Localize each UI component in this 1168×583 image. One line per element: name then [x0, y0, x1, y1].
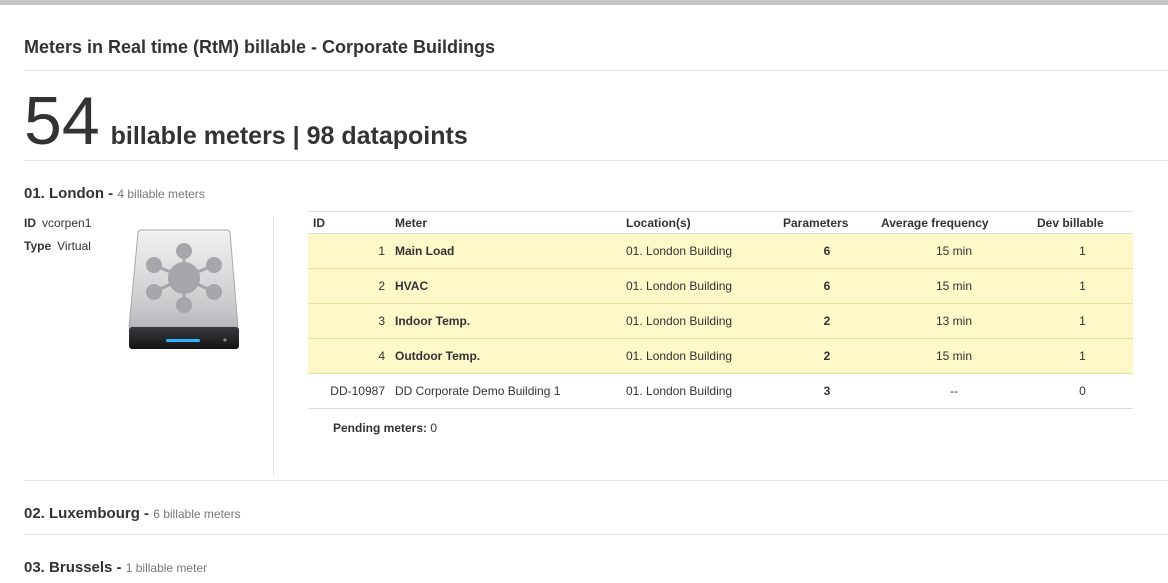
cell-id: 1 — [308, 233, 390, 269]
section-london-header[interactable]: 01. London - 4 billable meters — [24, 185, 205, 202]
cell-location: 01. London Building — [621, 233, 778, 269]
cell-location: 01. London Building — [621, 303, 778, 339]
col-id[interactable]: ID — [308, 211, 390, 234]
cell-id: DD-10987 — [308, 373, 390, 409]
cell-meter[interactable]: Outdoor Temp. — [390, 338, 621, 374]
cell-dev-billable: 1 — [1032, 268, 1133, 304]
page-title: Meters in Real time (RtM) billable - Cor… — [24, 37, 496, 57]
network-drive-icon — [128, 229, 239, 352]
section-count: 6 billable meters — [153, 507, 241, 521]
device-type-label: Type — [24, 239, 52, 253]
section-luxembourg-header[interactable]: 02. Luxembourg - 6 billable meters — [24, 505, 241, 522]
section-name: 02. Luxembourg - — [24, 505, 150, 522]
vertical-divider — [273, 216, 274, 476]
cell-frequency: 15 min — [876, 233, 1032, 269]
pending-label: Pending meters: — [333, 421, 428, 435]
pending-meters: Pending meters: 0 — [333, 421, 437, 435]
section-name: 01. London - — [24, 185, 114, 202]
table-row[interactable]: DD-10987 DD Corporate Demo Building 1 01… — [308, 373, 1133, 409]
meters-table: ID Meter Location(s) Parameters Average … — [308, 211, 1133, 409]
col-parameters[interactable]: Parameters — [778, 211, 876, 234]
cell-parameters[interactable]: 6 — [778, 233, 876, 269]
section-name: 03. Brussels - — [24, 559, 122, 576]
cell-id: 3 — [308, 303, 390, 339]
cell-dev-billable: 1 — [1032, 303, 1133, 339]
section-brussels-header[interactable]: 03. Brussels - 1 billable meter — [24, 559, 207, 576]
section-count: 1 billable meter — [125, 561, 208, 575]
cell-meter[interactable]: DD Corporate Demo Building 1 — [390, 373, 621, 409]
billable-count: 54 — [24, 83, 100, 159]
cell-location: 01. London Building — [621, 268, 778, 304]
cell-frequency: 15 min — [876, 268, 1032, 304]
col-location[interactable]: Location(s) — [621, 211, 778, 234]
divider — [24, 160, 1168, 161]
device-type: Type Virtual — [24, 239, 91, 253]
device-id: ID vcorpen1 — [24, 216, 91, 230]
divider — [24, 534, 1168, 535]
cell-frequency: -- — [876, 373, 1032, 409]
cell-parameters[interactable]: 3 — [778, 373, 876, 409]
cell-frequency: 15 min — [876, 338, 1032, 374]
col-frequency[interactable]: Average frequency — [876, 211, 1032, 234]
cell-meter[interactable]: Main Load — [390, 233, 621, 269]
pending-value: 0 — [430, 421, 438, 435]
cell-dev-billable: 1 — [1032, 338, 1133, 374]
cell-location: 01. London Building — [621, 338, 778, 374]
device-id-value: vcorpen1 — [42, 216, 92, 230]
table-row[interactable]: 2 HVAC 01. London Building 6 15 min 1 — [308, 268, 1133, 304]
table-row[interactable]: 3 Indoor Temp. 01. London Building 2 13 … — [308, 303, 1133, 339]
cell-parameters[interactable]: 2 — [778, 338, 876, 374]
section-count: 4 billable meters — [117, 187, 205, 201]
cell-location: 01. London Building — [621, 373, 778, 409]
cell-id: 4 — [308, 338, 390, 374]
summary: 54 billable meters | 98 datapoints — [24, 85, 468, 157]
cell-meter[interactable]: Indoor Temp. — [390, 303, 621, 339]
divider — [24, 480, 1168, 481]
cell-parameters[interactable]: 6 — [778, 268, 876, 304]
col-meter[interactable]: Meter — [390, 211, 621, 234]
cell-frequency: 13 min — [876, 303, 1032, 339]
cell-parameters[interactable]: 2 — [778, 303, 876, 339]
table-row[interactable]: 1 Main Load 01. London Building 6 15 min… — [308, 233, 1133, 269]
summary-text: billable meters | 98 datapoints — [110, 122, 468, 150]
device-id-label: ID — [24, 216, 36, 230]
table-row[interactable]: 4 Outdoor Temp. 01. London Building 2 15… — [308, 338, 1133, 374]
cell-meter[interactable]: HVAC — [390, 268, 621, 304]
divider — [24, 70, 1168, 71]
cell-dev-billable: 0 — [1032, 373, 1133, 409]
device-type-value: Virtual — [57, 239, 91, 253]
table-header-row: ID Meter Location(s) Parameters Average … — [308, 211, 1133, 234]
col-dev-billable[interactable]: Dev billable — [1032, 211, 1133, 234]
cell-id: 2 — [308, 268, 390, 304]
cell-dev-billable: 1 — [1032, 233, 1133, 269]
